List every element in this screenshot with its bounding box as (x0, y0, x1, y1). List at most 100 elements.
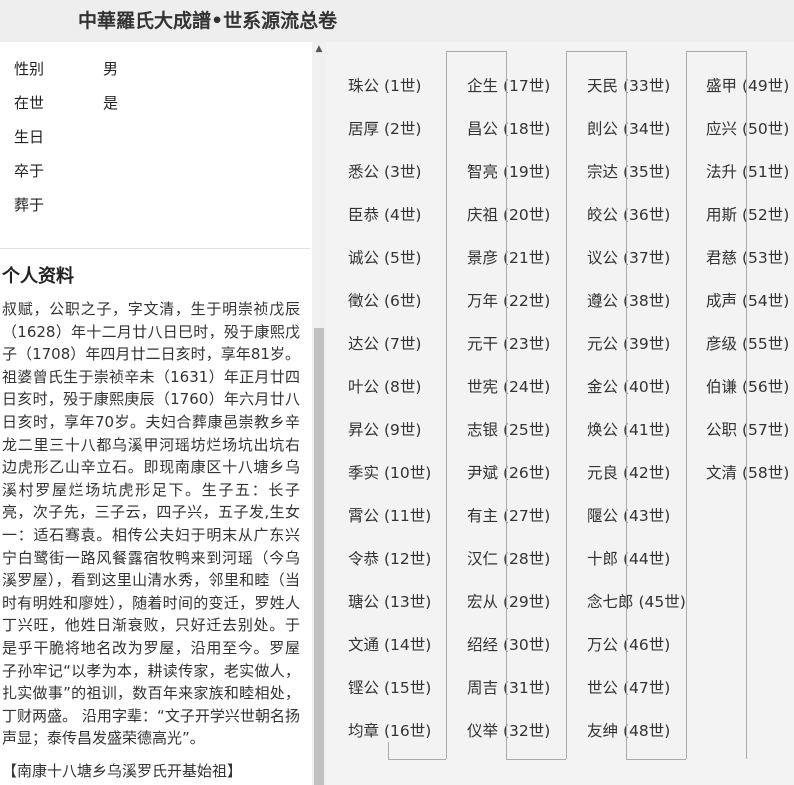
info-row-death: 卒于 (14, 160, 44, 180)
ancestor-name: 十郎 (587, 550, 619, 568)
scroll-up-arrow-icon[interactable]: ▲ (314, 44, 324, 54)
personal-info-heading: 个人资料 (2, 266, 74, 287)
generation-number: (47世) (622, 679, 671, 697)
divider (0, 248, 310, 249)
generation-number: (56世) (741, 378, 790, 396)
ancestor-name: 汉仁 (467, 550, 499, 568)
ancestor-name: 志银 (467, 421, 499, 439)
generation-item[interactable]: 万公 (46世) (587, 633, 670, 655)
ancestor-name: 遵公 (587, 292, 619, 310)
generation-number: (50世) (741, 120, 790, 138)
info-label: 卒于 (14, 162, 45, 180)
generation-item[interactable]: 皎公 (36世) (587, 203, 670, 225)
ancestor-name: 元公 (587, 335, 619, 353)
ancestor-name: 周吉 (467, 679, 499, 697)
generation-number: (29世) (502, 593, 551, 611)
generation-item[interactable]: 彦级 (55世) (706, 332, 789, 354)
left-panel-scrollbar[interactable]: ▲ (312, 42, 326, 785)
ancestor-name: 万年 (467, 292, 499, 310)
info-value: 男 (103, 60, 119, 78)
ancestor-name: 昌公 (467, 120, 499, 138)
ancestor-name: 皎公 (587, 206, 619, 224)
generation-item[interactable]: 文清 (58世) (706, 461, 789, 483)
generation-item[interactable]: 友绅 (48世) (587, 719, 670, 741)
generation-item[interactable]: 焕公 (41世) (587, 418, 670, 440)
generation-item[interactable]: 应兴 (50世) (706, 117, 789, 139)
ancestor-name: 宏从 (467, 593, 499, 611)
generation-number: (20世) (502, 206, 551, 224)
generation-item[interactable]: 志银 (25世) (467, 418, 550, 440)
generation-item[interactable]: 智亮 (19世) (467, 160, 550, 182)
generation-item[interactable]: 成声 (54世) (706, 289, 789, 311)
generation-number: (40世) (622, 378, 671, 396)
generation-item[interactable]: 周吉 (31世) (467, 676, 550, 698)
generation-item[interactable]: 公职 (57世) (706, 418, 789, 440)
generation-number: (23世) (502, 335, 551, 353)
generation-item[interactable]: 剆公 (34世) (587, 117, 670, 139)
generation-number: (25世) (502, 421, 551, 439)
generation-item[interactable]: 金公 (40世) (587, 375, 670, 397)
person-info-panel: 性别 男 在世 是 生日 卒于 葬于 个人资料 叔赋，公职之子，字文清，生于明崇… (0, 42, 310, 785)
generation-item[interactable]: 宏从 (29世) (467, 590, 550, 612)
generation-item[interactable]: 遵公 (38世) (587, 289, 670, 311)
scrollbar-thumb[interactable] (314, 328, 324, 785)
lineage-connector (506, 759, 566, 760)
generation-item[interactable]: 昌公 (18世) (467, 117, 550, 139)
generation-item[interactable]: 伯谦 (56世) (706, 375, 789, 397)
generation-item[interactable]: 宗达 (35世) (587, 160, 670, 182)
generation-number: (36世) (622, 206, 671, 224)
ancestor-name: 盛甲 (706, 77, 738, 95)
lineage-connector (506, 51, 507, 759)
generation-item[interactable]: 景彦 (21世) (467, 246, 550, 268)
ancestor-name: 企生 (467, 77, 499, 95)
ancestor-name: 绍经 (467, 636, 499, 654)
generation-item[interactable]: 有主 (27世) (467, 504, 550, 526)
generation-item[interactable]: 念七郎 (45世) (587, 590, 686, 612)
generation-number: (46世) (622, 636, 671, 654)
generation-item[interactable]: 万年 (22世) (467, 289, 550, 311)
generation-item[interactable]: 元良 (42世) (587, 461, 670, 483)
ancestor-name: 万公 (587, 636, 619, 654)
generation-item[interactable]: 汉仁 (28世) (467, 547, 550, 569)
generation-number: (19世) (502, 163, 551, 181)
generation-item[interactable]: 天民 (33世) (587, 74, 670, 96)
generation-item[interactable]: 议公 (37世) (587, 246, 670, 268)
generation-item[interactable]: 十郎 (44世) (587, 547, 670, 569)
ancestor-name: 有主 (467, 507, 499, 525)
ancestor-name: 智亮 (467, 163, 499, 181)
generation-number: (32世) (502, 722, 551, 740)
generation-item[interactable]: 世公 (47世) (587, 676, 670, 698)
ancestor-name: 庆祖 (467, 206, 499, 224)
generation-number: (33世) (622, 77, 671, 95)
generation-item[interactable]: 隁公 (43世) (587, 504, 670, 526)
generation-item[interactable]: 世宪 (24世) (467, 375, 550, 397)
generation-item[interactable]: 盛甲 (49世) (706, 74, 789, 96)
generation-item[interactable]: 庆祖 (20世) (467, 203, 550, 225)
generation-item[interactable]: 元公 (39世) (587, 332, 670, 354)
ancestor-name: 应兴 (706, 120, 738, 138)
lineage-connector (686, 51, 746, 52)
generation-item[interactable]: 企生 (17世) (467, 74, 550, 96)
generation-number: (17世) (502, 77, 551, 95)
ancestor-name: 宗达 (587, 163, 619, 181)
ancestor-name: 金公 (587, 378, 619, 396)
generation-number: (51世) (741, 163, 790, 181)
generation-item[interactable]: 尹斌 (26世) (467, 461, 550, 483)
ancestor-name: 仪举 (467, 722, 499, 740)
generation-item[interactable]: 用斯 (52世) (706, 203, 789, 225)
generation-number: (55世) (741, 335, 790, 353)
lineage-connector (446, 51, 447, 759)
generation-item[interactable]: 君慈 (53世) (706, 246, 789, 268)
info-label: 性别 (14, 60, 45, 78)
generation-number: (53世) (741, 249, 790, 267)
info-value: 是 (103, 94, 119, 112)
generation-item[interactable]: 元干 (23世) (467, 332, 550, 354)
generation-number: (21世) (502, 249, 551, 267)
generation-item[interactable]: 绍经 (30世) (467, 633, 550, 655)
generation-item[interactable]: 仪举 (32世) (467, 719, 550, 741)
ancestor-name: 世公 (587, 679, 619, 697)
generation-item[interactable]: 法升 (51世) (706, 160, 789, 182)
title-bar: 中華羅氏大成譜•世系源流总卷 (0, 0, 794, 42)
lineage-connector (388, 759, 446, 760)
info-row-living: 在世 是 (14, 92, 118, 112)
